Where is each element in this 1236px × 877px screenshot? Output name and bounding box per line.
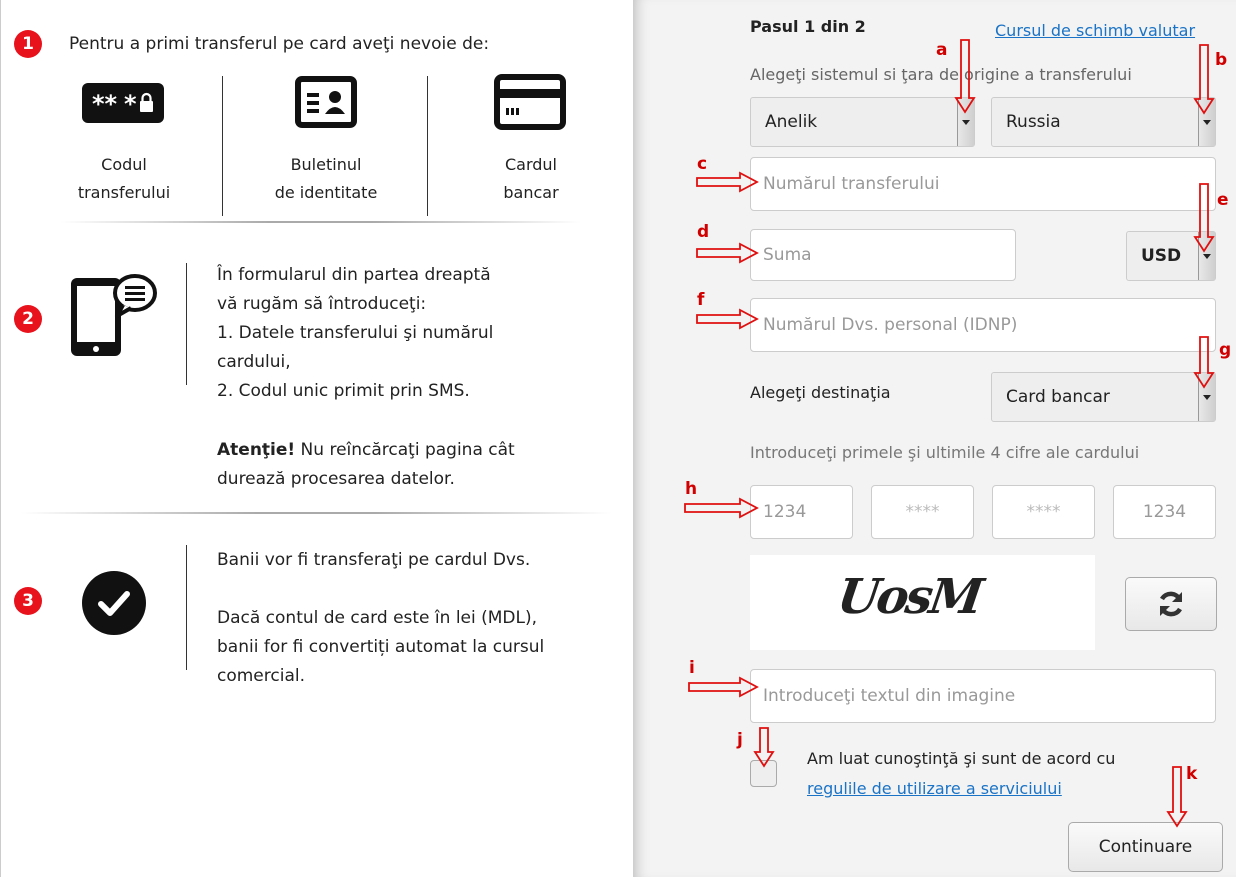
annotation-arrows	[684, 39, 1215, 828]
